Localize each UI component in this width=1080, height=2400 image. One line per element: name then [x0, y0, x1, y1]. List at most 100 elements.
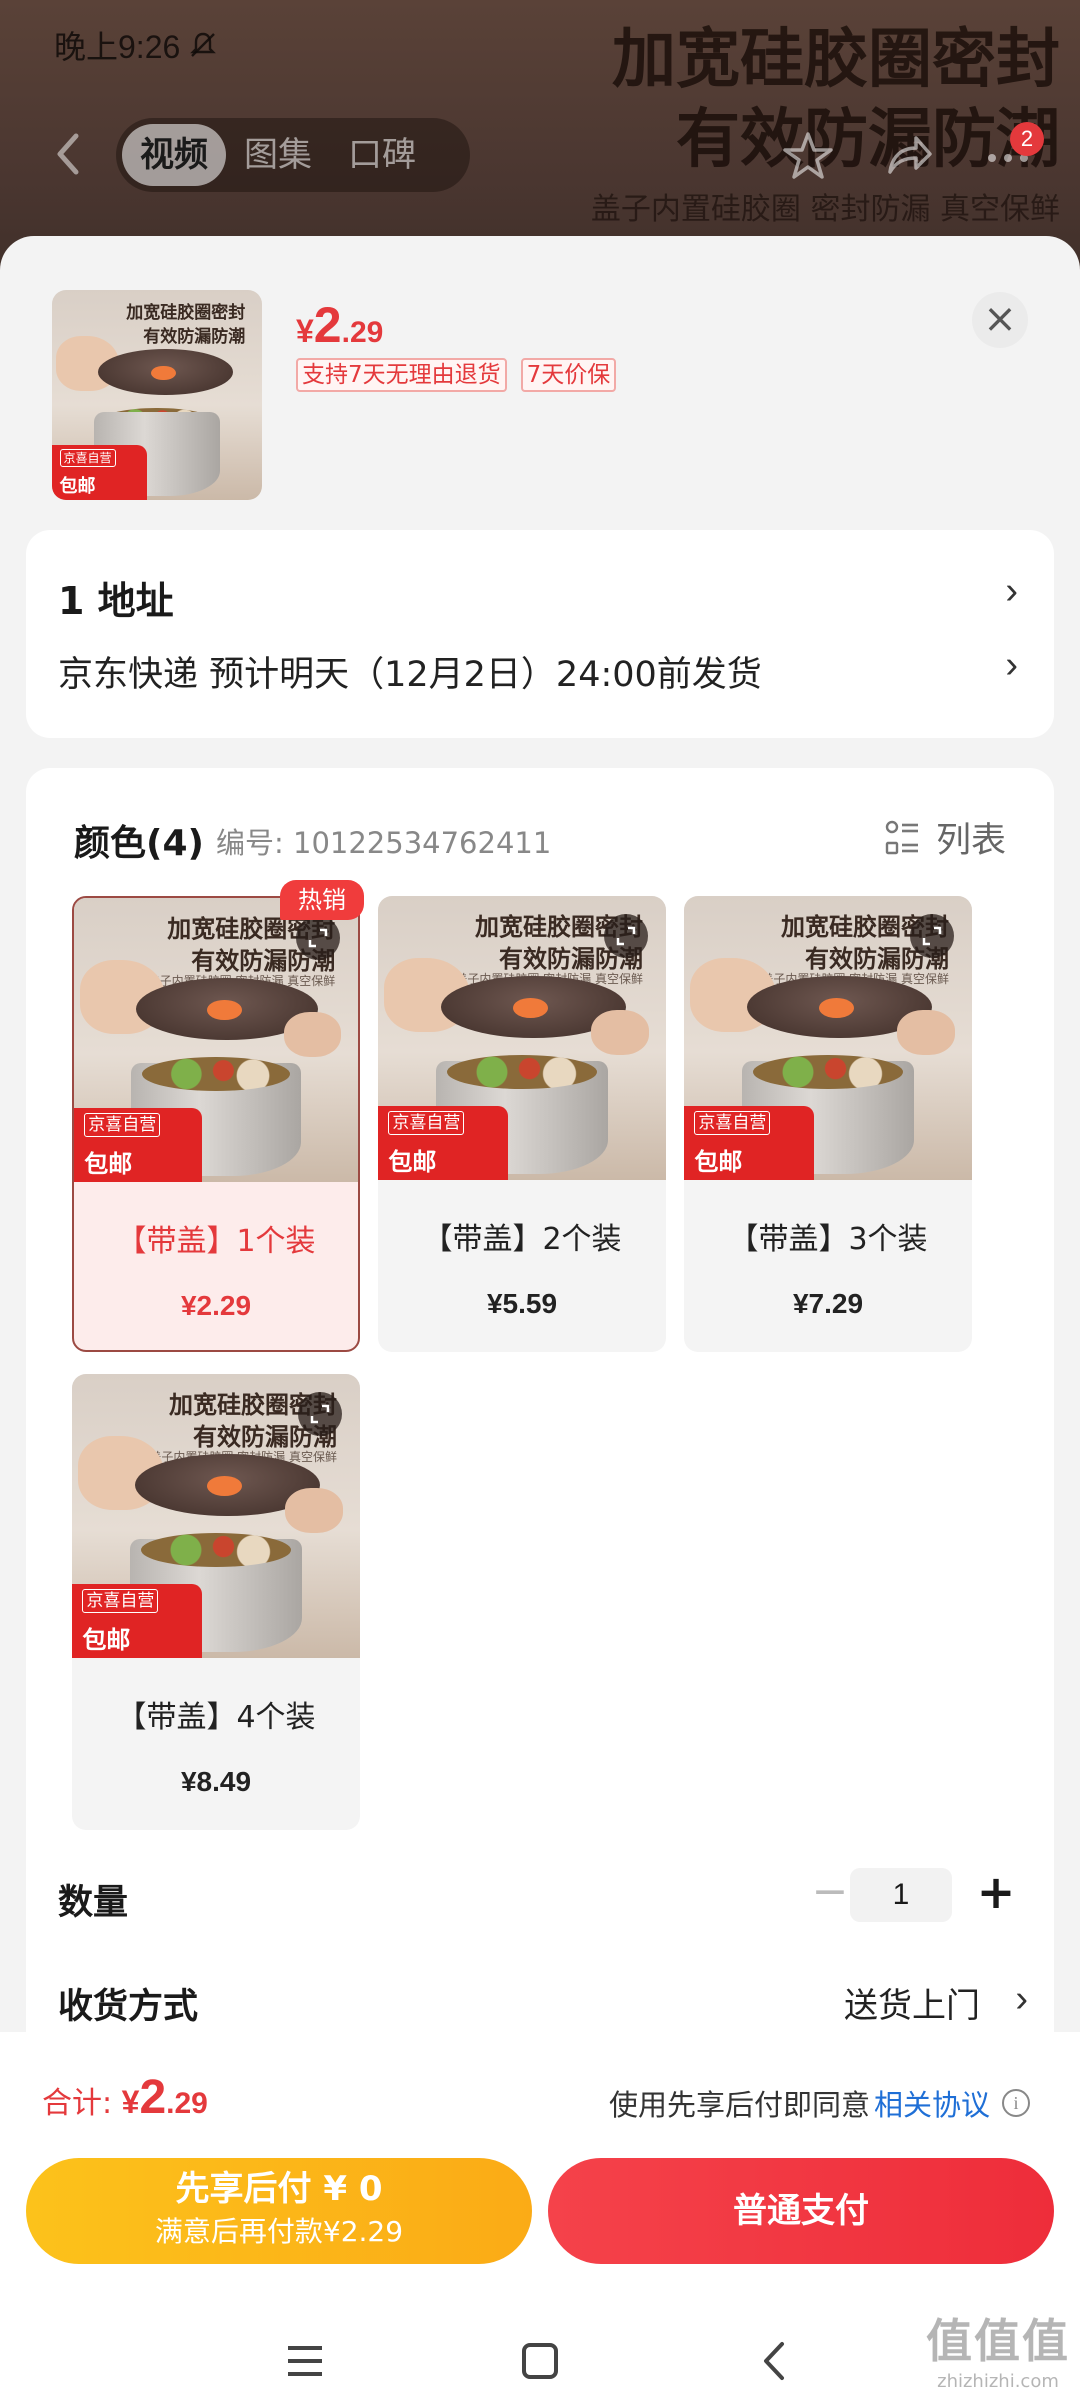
watermark-url: zhizhizhi.com — [937, 2371, 1059, 2392]
sku-name: 【带盖】4个装 — [116, 1700, 316, 1735]
quantity-input[interactable]: 1 — [850, 1868, 952, 1922]
free-shipping-label: 包邮 — [82, 1625, 131, 1654]
photo-text-line2: 有效防漏防潮 — [143, 326, 246, 347]
back-icon[interactable] — [750, 2336, 800, 2386]
free-shipping-label: 包邮 — [694, 1147, 743, 1176]
tab-reviews[interactable]: 口碑 — [330, 124, 434, 186]
jingxi-badge: 京喜自营 包邮 — [74, 1108, 202, 1182]
hero-line-1: 加宽硅胶圈密封 — [612, 22, 1060, 97]
media-tabs: 视频 图集 口碑 — [116, 118, 470, 192]
sku-price: ¥2.29 — [180, 1290, 252, 1321]
sku-option-4[interactable]: 加宽硅胶圈密封 有效防漏防潮 盖子内置硅胶圈 密封防漏 真空保鲜 京喜自营 包邮 — [72, 1374, 360, 1830]
hot-sale-badge: 热销 — [280, 880, 364, 920]
sku-number: 编号: 10122534762411 — [216, 826, 552, 860]
expand-icon[interactable] — [298, 1392, 342, 1436]
notification-badge: 2 — [1010, 122, 1044, 156]
sku-price: ¥8.49 — [180, 1766, 252, 1797]
menu-icon[interactable] — [280, 2336, 330, 2386]
sku-image: 加宽硅胶圈密封 有效防漏防潮 盖子内置硅胶圈 密封防漏 真空保鲜 京喜自营 包邮 — [684, 896, 972, 1180]
quantity-label: 数量 — [58, 1883, 129, 1923]
total-decimal: .29 — [166, 2087, 208, 2120]
sku-name: 【带盖】1个装 — [116, 1224, 316, 1259]
sku-name: 【带盖】2个装 — [422, 1222, 622, 1257]
sku-option-3[interactable]: 加宽硅胶圈密封 有效防漏防潮 盖子内置硅胶圈 密封防漏 真空保鲜 京喜自营 包邮 — [684, 896, 972, 1352]
checkout-footer: 合计: ¥2.29 使用先享后付即同意 相关协议 i 先享后付 ¥ 0 满意后再… — [0, 2032, 1080, 2400]
mute-bell-icon — [188, 30, 218, 60]
sku-option-2[interactable]: 加宽硅胶圈密封 有效防漏防潮 盖子内置硅胶圈 密封防漏 真空保鲜 京喜自营 包邮 — [378, 896, 666, 1352]
chevron-right-icon: › — [1005, 570, 1018, 612]
favorite-star-icon[interactable] — [780, 128, 836, 184]
sku-option-1[interactable]: 加宽硅胶圈密封 有效防漏防潮 盖子内置硅胶圈 密封防漏 真空保鲜 京喜自营 包邮 — [72, 896, 360, 1352]
color-option-title: 颜色(4) — [74, 823, 204, 864]
expand-icon[interactable] — [910, 914, 954, 958]
knob-shape — [819, 998, 854, 1019]
tab-video[interactable]: 视频 — [122, 124, 226, 186]
knob-shape — [207, 1476, 242, 1497]
agreement-link[interactable]: 相关协议 — [874, 2082, 990, 2124]
address-card[interactable]: 1 地址 › 京东快递 预计明天（12月2日）24:00前发货 › — [26, 530, 1054, 738]
top-navigation: 视频 图集 口碑 2 — [0, 118, 1080, 194]
delivery-estimate: 京东快递 预计明天（12月2日）24:00前发货 — [58, 655, 762, 695]
hand-shape — [591, 1009, 649, 1056]
hand-shape — [285, 1487, 343, 1534]
price-currency: ¥ — [296, 313, 314, 349]
total-currency: ¥ — [121, 2084, 140, 2120]
hand-shape — [284, 1011, 341, 1058]
standard-pay-button[interactable]: 普通支付 — [548, 2158, 1054, 2264]
close-icon[interactable]: × — [972, 292, 1028, 348]
order-total: 合计: ¥2.29 — [42, 2070, 208, 2125]
product-thumbnail[interactable]: 加宽硅胶圈密封 有效防漏防潮 京喜自营 包邮 — [52, 290, 262, 500]
shipping-method-row[interactable]: 收货方式 送货上门 › — [58, 1970, 1038, 2030]
quantity-increase-button[interactable]: + — [966, 1866, 1026, 1922]
food-shape — [447, 1055, 597, 1090]
jingxi-badge: 京喜自营 包邮 — [378, 1106, 508, 1180]
price-integer: 2 — [313, 297, 342, 353]
current-price: ¥2.29 — [296, 296, 383, 354]
quantity-row: 数量 − 1 + — [58, 1866, 1038, 1926]
pay-later-button[interactable]: 先享后付 ¥ 0 满意后再付款¥2.29 — [26, 2158, 532, 2264]
price-protect-tag: 7天价保 — [520, 358, 617, 392]
food-shape — [753, 1055, 903, 1090]
home-icon[interactable] — [515, 2336, 565, 2386]
sku-price: ¥7.29 — [792, 1288, 864, 1319]
more-icon[interactable]: 2 — [980, 122, 1044, 184]
status-time: 晚上9:26 — [54, 29, 181, 65]
total-label: 合计: — [42, 2086, 122, 2121]
expand-icon[interactable] — [604, 914, 648, 958]
sku-price: ¥5.59 — [486, 1288, 558, 1319]
sku-image: 加宽硅胶圈密封 有效防漏防潮 盖子内置硅胶圈 密封防漏 真空保鲜 京喜自营 包邮 — [378, 896, 666, 1180]
knob-shape — [207, 1000, 242, 1021]
share-icon[interactable] — [880, 128, 936, 184]
back-arrow-icon[interactable] — [40, 124, 100, 184]
promo-tags: 支持7天无理由退货 7天价保 — [296, 358, 617, 392]
pay-later-title: 先享后付 ¥ 0 — [175, 2169, 383, 2209]
expand-icon[interactable] — [296, 916, 340, 960]
agreement-notice: 使用先享后付即同意 相关协议 i — [609, 2082, 1030, 2124]
jingxi-label: 京喜自营 — [694, 1110, 771, 1135]
jingxi-badge: 京喜自营 包邮 — [684, 1106, 814, 1180]
product-photo: 加宽硅胶圈密封 有效防漏防潮 京喜自营 包邮 — [52, 290, 262, 500]
sku-image: 加宽硅胶圈密封 有效防漏防潮 盖子内置硅胶圈 密封防漏 真空保鲜 京喜自营 包邮 — [72, 1374, 360, 1658]
info-icon[interactable]: i — [1002, 2089, 1030, 2117]
chevron-right-icon: › — [1015, 1978, 1028, 2020]
free-shipping-label: 包邮 — [59, 475, 96, 497]
photo-text-line1: 加宽硅胶圈密封 — [126, 303, 246, 324]
site-watermark: 值值值 zhizhizhi.com — [926, 2305, 1070, 2392]
agreement-text: 使用先享后付即同意 — [608, 2088, 870, 2122]
jingxi-label: 京喜自营 — [388, 1110, 465, 1135]
shipping-method-label: 收货方式 — [58, 1987, 199, 2027]
tab-gallery[interactable]: 图集 — [226, 124, 330, 186]
status-bar: 晚上9:26 — [54, 22, 218, 68]
product-summary: 加宽硅胶圈密封 有效防漏防潮 京喜自营 包邮 ¥2.29 支持7天无理由退货 7… — [0, 236, 1080, 526]
sku-image: 加宽硅胶圈密封 有效防漏防潮 盖子内置硅胶圈 密封防漏 真空保鲜 京喜自营 包邮 — [74, 898, 358, 1182]
hand-shape — [897, 1009, 955, 1056]
jingxi-badge: 京喜自营 包邮 — [72, 1584, 202, 1658]
jingxi-label: 京喜自营 — [59, 448, 116, 467]
sku-name: 【带盖】3个装 — [728, 1222, 928, 1257]
list-view-toggle[interactable]: 列表 — [884, 812, 1006, 863]
free-shipping-label: 包邮 — [388, 1147, 437, 1176]
price-decimal: .29 — [341, 316, 384, 349]
knob-shape — [513, 998, 548, 1019]
jingxi-label: 京喜自营 — [82, 1588, 159, 1613]
address-title: 1 地址 — [58, 579, 174, 623]
